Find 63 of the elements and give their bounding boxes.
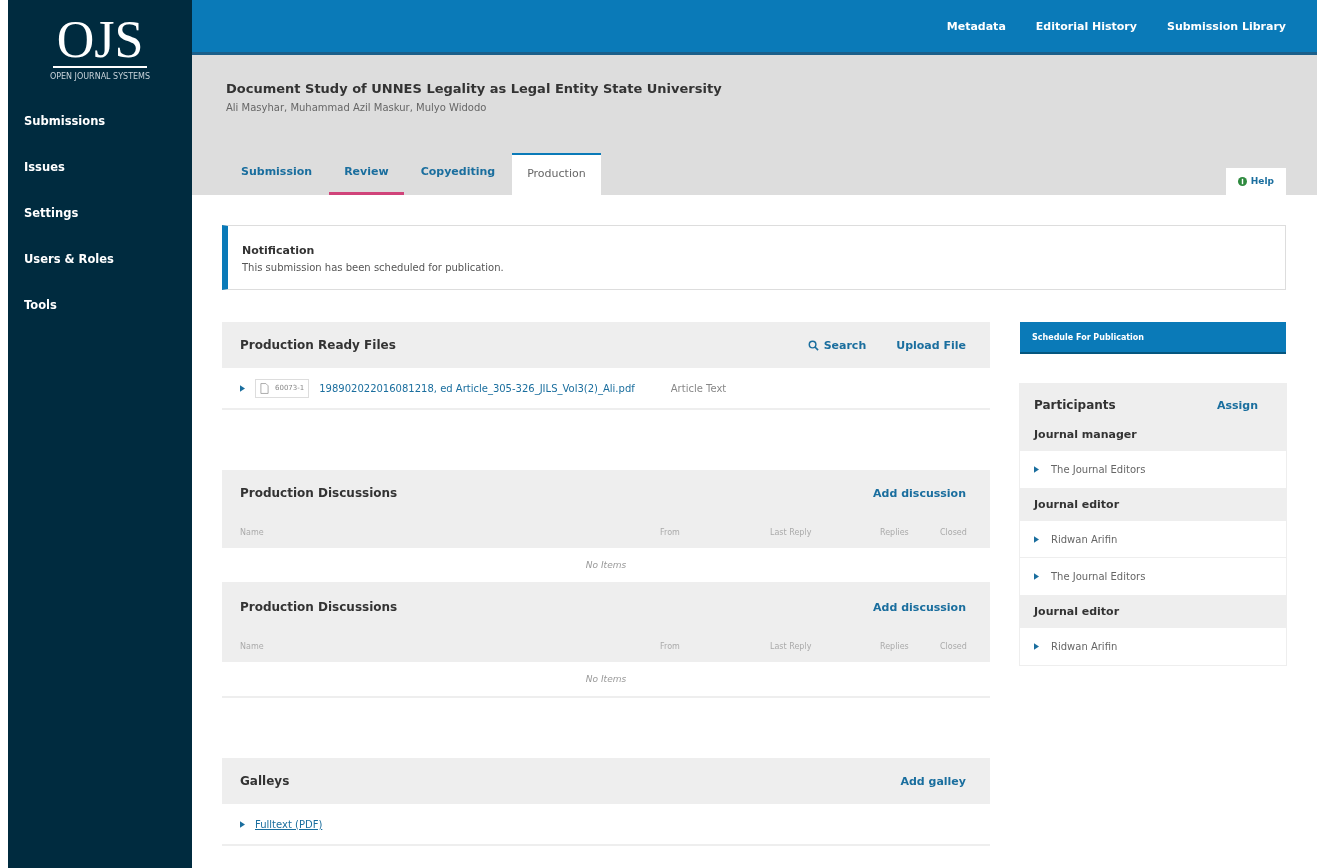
search-icon <box>807 339 819 351</box>
expand-icon[interactable] <box>1034 573 1039 580</box>
submission-title: Document Study of UNNES Legality as Legal Entity State University <box>226 81 723 96</box>
participant-name[interactable]: The Journal Editors <box>1051 571 1146 582</box>
column-header: Replies <box>880 527 910 537</box>
tab[interactable]: Submission <box>226 153 328 195</box>
sidebar-item[interactable]: Tools <box>8 295 192 341</box>
column-header: Closed <box>940 641 968 651</box>
panel-title: Production Ready Files <box>240 338 396 352</box>
participant-name[interactable]: The Journal Editors <box>1051 464 1146 475</box>
file-type: Article Text <box>670 382 727 394</box>
assign-link[interactable]: Assign <box>1216 398 1258 412</box>
notification-title: Notification <box>242 244 316 257</box>
expand-icon[interactable] <box>1034 643 1039 650</box>
column-header: Name <box>240 641 265 651</box>
panel-title: Production Discussions <box>240 600 398 614</box>
participant-name[interactable]: Ridwan Arifin <box>1051 534 1118 545</box>
expand-icon[interactable] <box>1034 466 1039 473</box>
tab[interactable]: Production <box>512 153 601 195</box>
galley-link[interactable]: Fulltext (PDF) <box>255 818 323 830</box>
top-link[interactable]: Metadata <box>946 19 1006 33</box>
upload-file-link[interactable]: Upload File <box>896 338 966 352</box>
tab[interactable]: Copyediting <box>405 153 511 195</box>
sidebar-item[interactable]: Submissions <box>8 111 192 157</box>
add-discussion-link[interactable]: Add discussion <box>873 600 966 614</box>
help-tab[interactable]: Help <box>1225 168 1286 195</box>
column-header: Last Reply <box>770 641 813 651</box>
column-header: Replies <box>880 641 910 651</box>
top-link[interactable]: Editorial History <box>1035 19 1137 33</box>
role-heading: Journal editor <box>1020 488 1286 521</box>
document-icon <box>260 382 269 394</box>
expand-icon[interactable] <box>240 820 245 828</box>
expand-icon[interactable] <box>240 384 245 392</box>
logo-tagline: OPEN JOURNAL SYSTEMS <box>49 72 151 81</box>
help-label: Help <box>1250 176 1274 186</box>
add-galley-link[interactable]: Add galley <box>900 774 966 788</box>
empty-message: No Items <box>585 560 627 570</box>
authors: Ali Masyhar, Muhammad Azil Maskur, Mulyo Widodo <box>226 102 488 113</box>
expand-icon[interactable] <box>1034 536 1039 543</box>
sidebar-item[interactable]: Users & Roles <box>8 249 192 295</box>
top-link[interactable]: Submission Library <box>1166 19 1286 33</box>
sidebar-item[interactable]: Settings <box>8 203 192 249</box>
column-header: Closed <box>940 527 968 537</box>
add-discussion-link[interactable]: Add discussion <box>873 486 966 500</box>
sidebar-item[interactable]: Issues <box>8 157 192 203</box>
column-header: Name <box>240 527 265 537</box>
search-link[interactable]: Search <box>807 338 867 352</box>
file-link[interactable]: 198902022016081218, ed Article_305-326_JILS_Vol3(2)_Ali.pdf <box>319 382 635 394</box>
column-header: From <box>660 641 681 651</box>
panel-title: Galleys <box>240 774 290 788</box>
participants-title: Participants <box>1034 398 1116 412</box>
participant-name[interactable]: Ridwan Arifin <box>1051 641 1118 652</box>
column-header: Last Reply <box>770 527 813 537</box>
tab[interactable]: Review <box>329 153 404 195</box>
notification-text: This submission has been scheduled for publication. <box>242 262 505 273</box>
role-heading: Journal editor <box>1020 595 1286 628</box>
panel-title: Production Discussions <box>240 486 398 500</box>
logo[interactable]: OJS <box>52 14 148 68</box>
role-heading: Journal manager <box>1020 418 1286 451</box>
column-header: From <box>660 527 681 537</box>
help-icon <box>1237 176 1247 186</box>
schedule-button[interactable]: Schedule For Publication <box>1020 322 1286 354</box>
empty-message: No Items <box>585 674 627 684</box>
